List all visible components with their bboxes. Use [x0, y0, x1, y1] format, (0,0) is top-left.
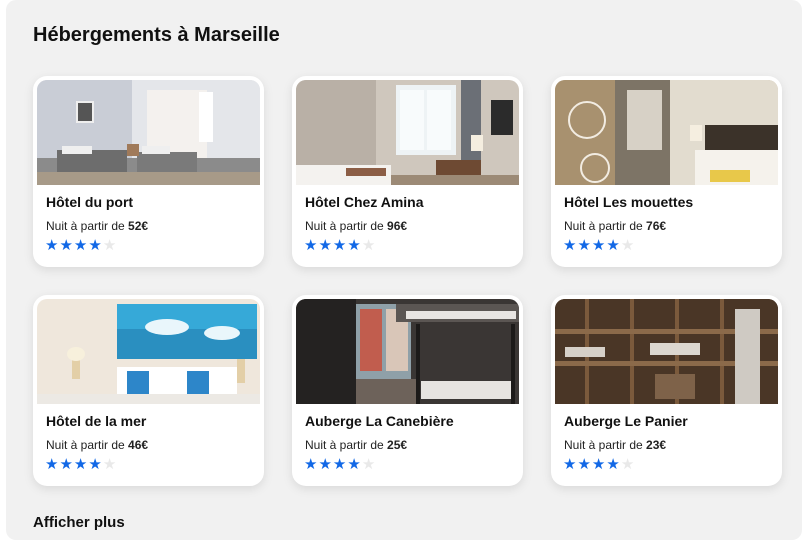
hotel-price: Nuit à partir de 25€	[305, 438, 407, 452]
hotel-card[interactable]: Hôtel du port Nuit à partir de 52€ ★ ★ ★…	[33, 76, 264, 267]
star-filled-icon: ★	[318, 456, 332, 473]
star-filled-icon: ★	[88, 237, 102, 254]
rating-stars: ★ ★ ★ ★ ★	[563, 456, 634, 473]
page-title: Hébergements à Marseille	[33, 24, 280, 46]
star-empty-icon: ★	[102, 237, 117, 254]
star-filled-icon: ★	[347, 456, 361, 473]
price-prefix: Nuit à partir de	[46, 219, 129, 233]
hotel-card[interactable]: Auberge Le Panier Nuit à partir de 23€ ★…	[551, 295, 782, 486]
star-filled-icon: ★	[59, 456, 73, 473]
star-filled-icon: ★	[577, 456, 591, 473]
hotel-price: Nuit à partir de 76€	[564, 219, 666, 233]
price-value: 25€	[387, 438, 408, 452]
hotel-photo[interactable]	[296, 299, 519, 404]
hotel-name[interactable]: Hôtel de la mer	[46, 413, 146, 429]
star-filled-icon: ★	[304, 237, 318, 254]
star-filled-icon: ★	[577, 237, 591, 254]
hotel-photo[interactable]	[37, 299, 260, 404]
star-empty-icon: ★	[620, 237, 635, 254]
hotel-card[interactable]: Hôtel de la mer Nuit à partir de 46€ ★ ★…	[33, 295, 264, 486]
star-filled-icon: ★	[304, 456, 318, 473]
star-filled-icon: ★	[606, 456, 620, 473]
rating-stars: ★ ★ ★ ★ ★	[563, 237, 634, 254]
star-filled-icon: ★	[606, 237, 620, 254]
star-filled-icon: ★	[45, 456, 59, 473]
hotel-price: Nuit à partir de 23€	[564, 438, 666, 452]
star-filled-icon: ★	[73, 456, 88, 473]
star-filled-icon: ★	[318, 237, 332, 254]
star-filled-icon: ★	[563, 456, 577, 473]
hotel-name[interactable]: Auberge La Canebière	[305, 413, 454, 429]
hotel-photo[interactable]	[555, 299, 778, 404]
hotel-card[interactable]: Hôtel Les mouettes Nuit à partir de 76€ …	[551, 76, 782, 267]
hotel-photo[interactable]	[37, 80, 260, 185]
price-prefix: Nuit à partir de	[564, 438, 647, 452]
price-prefix: Nuit à partir de	[46, 438, 129, 452]
price-prefix: Nuit à partir de	[305, 219, 388, 233]
price-prefix: Nuit à partir de	[305, 438, 388, 452]
star-filled-icon: ★	[563, 237, 577, 254]
hotel-name[interactable]: Hôtel Les mouettes	[564, 194, 693, 210]
price-value: 96€	[387, 219, 408, 233]
hotel-photo[interactable]	[555, 80, 778, 185]
rating-stars: ★ ★ ★ ★ ★	[304, 237, 375, 254]
star-filled-icon: ★	[347, 237, 361, 254]
hotel-price: Nuit à partir de 46€	[46, 438, 148, 452]
hotel-name[interactable]: Auberge Le Panier	[564, 413, 688, 429]
star-filled-icon: ★	[73, 237, 88, 254]
price-value: 23€	[646, 438, 667, 452]
star-filled-icon: ★	[591, 456, 606, 473]
hotel-card[interactable]: Hôtel Chez Amina Nuit à partir de 96€ ★ …	[292, 76, 523, 267]
hotel-price: Nuit à partir de 52€	[46, 219, 148, 233]
price-prefix: Nuit à partir de	[564, 219, 647, 233]
rating-stars: ★ ★ ★ ★ ★	[304, 456, 375, 473]
accommodations-panel: Hébergements à Marseille Hôtel du port N…	[6, 0, 802, 540]
price-value: 46€	[128, 438, 149, 452]
star-empty-icon: ★	[361, 456, 376, 473]
price-value: 76€	[646, 219, 667, 233]
star-filled-icon: ★	[332, 456, 347, 473]
star-filled-icon: ★	[88, 456, 102, 473]
star-filled-icon: ★	[59, 237, 73, 254]
hotel-photo[interactable]	[296, 80, 519, 185]
star-filled-icon: ★	[45, 237, 59, 254]
hotel-name[interactable]: Hôtel du port	[46, 194, 133, 210]
hotel-card[interactable]: Auberge La Canebière Nuit à partir de 25…	[292, 295, 523, 486]
hotel-price: Nuit à partir de 96€	[305, 219, 407, 233]
star-filled-icon: ★	[332, 237, 347, 254]
rating-stars: ★ ★ ★ ★ ★	[45, 237, 116, 254]
star-empty-icon: ★	[102, 456, 117, 473]
star-filled-icon: ★	[591, 237, 606, 254]
price-value: 52€	[128, 219, 149, 233]
hotel-name[interactable]: Hôtel Chez Amina	[305, 194, 424, 210]
star-empty-icon: ★	[361, 237, 376, 254]
rating-stars: ★ ★ ★ ★ ★	[45, 456, 116, 473]
show-more-link[interactable]: Afficher plus	[33, 514, 125, 531]
star-empty-icon: ★	[620, 456, 635, 473]
hotel-grid: Hôtel du port Nuit à partir de 52€ ★ ★ ★…	[33, 76, 783, 488]
